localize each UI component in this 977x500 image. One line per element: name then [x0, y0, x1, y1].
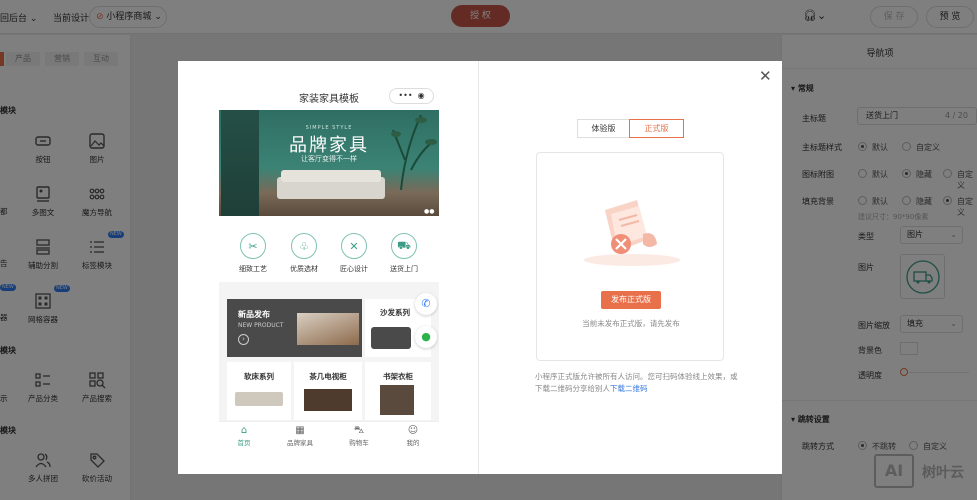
new-release-tile[interactable]: 新品发布 NEW PRODUCT ›	[227, 299, 362, 357]
category-item[interactable]: ⛟ 送货上门	[380, 233, 428, 274]
arrow-right-icon: ›	[238, 334, 249, 345]
design-icon: ✕	[341, 233, 367, 259]
bookcase-tile[interactable]: 书架衣柜	[365, 362, 431, 420]
sofa-image	[371, 327, 411, 349]
wardrobe-image	[380, 385, 414, 415]
user-icon: ☺	[407, 425, 419, 436]
release-description: 小程序正式版允许被所有人访问。您可扫码体验线上效果，或下载二维码分享给别人下载二…	[535, 372, 738, 393]
phone-header: 家装家具模板 ••• ◉	[219, 81, 439, 110]
empty-text: 当前未发布正式版，请先发布	[582, 319, 680, 328]
category-row: ✂︎ 细致工艺 ♧ 优质选材 ✕ 匠心设计 ⛟ 送货上门	[219, 216, 439, 282]
more-icon: •••	[398, 91, 413, 100]
tab-mine[interactable]: ☺ 我的	[388, 425, 438, 447]
tab-trial[interactable]: 体验版	[577, 119, 630, 138]
qr-area: 发布正式版 当前未发布正式版，请先发布	[536, 152, 724, 361]
category-item[interactable]: ♧ 优质选材	[280, 233, 328, 274]
phone-preview: 家装家具模板 ••• ◉ SIMPLE STYLE 品牌家具 让客厅变得不一样 …	[219, 81, 439, 451]
watermark-logo: AI	[874, 454, 914, 488]
modal-divider	[478, 61, 479, 474]
bed-image	[235, 392, 283, 406]
grid-icon: ▦	[295, 425, 305, 436]
tile-title: 茶几电视柜	[309, 372, 347, 381]
tile-title: 书架衣柜	[383, 372, 413, 381]
phone-call-icon[interactable]: ✆	[415, 293, 437, 315]
tile-title: 软床系列	[244, 372, 274, 381]
bed-tile[interactable]: 软床系列	[227, 362, 291, 420]
watermark-text: 树叶云	[922, 465, 964, 481]
category-item[interactable]: ✕ 匠心设计	[330, 233, 378, 274]
download-qr-link[interactable]: 下载二维码	[610, 384, 648, 393]
tile-title: 新品发布	[238, 310, 270, 319]
tile-title: 沙发系列	[380, 308, 410, 317]
target-icon: ◉	[417, 91, 425, 100]
home-icon: ⌂	[240, 425, 248, 436]
banner[interactable]: SIMPLE STYLE 品牌家具 让客厅变得不一样 ●●	[219, 110, 439, 216]
material-icon: ♧	[291, 233, 317, 259]
bed-image	[297, 313, 359, 345]
sofa-back	[281, 170, 381, 182]
cart-icon: ⛍	[353, 425, 365, 436]
cabinet-image	[304, 389, 352, 411]
carousel-dots[interactable]: ●●	[424, 208, 434, 215]
tab-home[interactable]: ⌂ 首页	[219, 425, 269, 447]
empty-state-illustration	[584, 200, 680, 266]
tab-release[interactable]: 正式版	[629, 119, 684, 138]
tools-icon: ✂︎	[240, 233, 266, 259]
close-icon[interactable]: ✕	[759, 67, 772, 85]
wechat-icon[interactable]: ●	[415, 326, 437, 348]
tab-brand[interactable]: ▦ 品牌家具	[275, 425, 325, 447]
capsule-menu[interactable]: ••• ◉	[389, 88, 434, 104]
category-item[interactable]: ✂︎ 细致工艺	[229, 233, 277, 274]
banner-subtitle: 让客厅变得不一样	[301, 155, 357, 163]
tea-table-tile[interactable]: 茶几电视柜	[294, 362, 362, 420]
publish-button[interactable]: 发布正式版	[601, 291, 661, 309]
tab-cart[interactable]: ⛍ 购物车	[334, 425, 384, 447]
bottom-tab-bar: ⌂ 首页 ▦ 品牌家具 ⛍ 购物车 ☺ 我的	[219, 421, 439, 451]
tile-subtitle: NEW PRODUCT	[238, 322, 284, 329]
truck-icon: ⛟	[391, 233, 417, 259]
